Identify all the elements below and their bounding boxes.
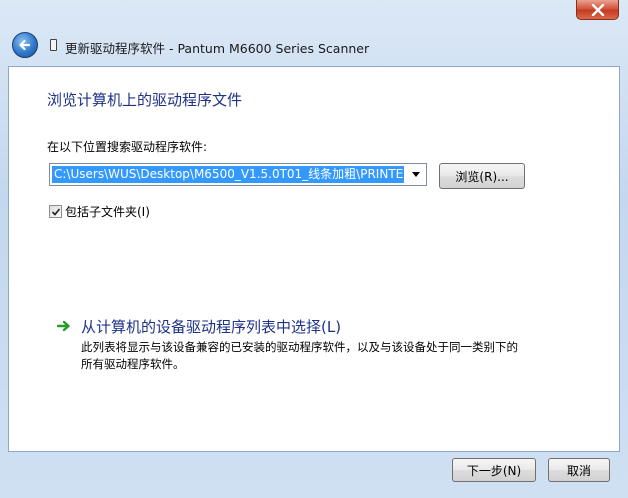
window-frame: 更新驱动程序软件 - Pantum M6600 Series Scanner 浏…: [0, 0, 628, 498]
green-arrow-icon: [57, 320, 70, 332]
close-button[interactable]: [576, 0, 619, 20]
browse-button[interactable]: 浏览(R)...: [439, 163, 525, 189]
search-location-label: 在以下位置搜索驱动程序软件:: [47, 140, 208, 154]
back-arrow-icon: [19, 39, 31, 51]
include-subfolders-row[interactable]: 包括子文件夹(I): [49, 203, 150, 220]
device-icon: [50, 39, 57, 51]
checkmark-icon: [51, 207, 60, 216]
path-combobox[interactable]: C:\Users\WUS\Desktop\M6500_V1.5.0T01_线条加…: [49, 163, 427, 186]
dialog-content: 浏览计算机上的驱动程序文件 在以下位置搜索驱动程序软件: C:\Users\WU…: [8, 66, 620, 452]
window-title: 更新驱动程序软件 - Pantum M6600 Series Scanner: [65, 41, 370, 56]
include-subfolders-checkbox[interactable]: [49, 205, 62, 218]
pick-description-line2: 所有驱动程序软件。: [81, 357, 185, 371]
close-icon: [591, 3, 604, 16]
next-button[interactable]: 下一步(N): [452, 458, 536, 482]
back-button[interactable]: [12, 32, 38, 58]
include-subfolders-label: 包括子文件夹(I): [65, 205, 150, 219]
pick-description-line1: 此列表将显示与该设备兼容的已安装的驱动程序软件，以及与该设备处于同一类别下的: [81, 340, 518, 354]
path-input[interactable]: C:\Users\WUS\Desktop\M6500_V1.5.0T01_线条加…: [52, 166, 404, 183]
cancel-button[interactable]: 取消: [548, 458, 610, 482]
title-bar: 更新驱动程序软件 - Pantum M6600 Series Scanner: [8, 30, 620, 62]
dropdown-arrow-button[interactable]: [406, 164, 426, 185]
chevron-down-icon: [412, 172, 420, 177]
page-heading: 浏览计算机上的驱动程序文件: [47, 91, 243, 109]
pick-from-list-link[interactable]: 从计算机的设备驱动程序列表中选择(L): [81, 316, 341, 337]
